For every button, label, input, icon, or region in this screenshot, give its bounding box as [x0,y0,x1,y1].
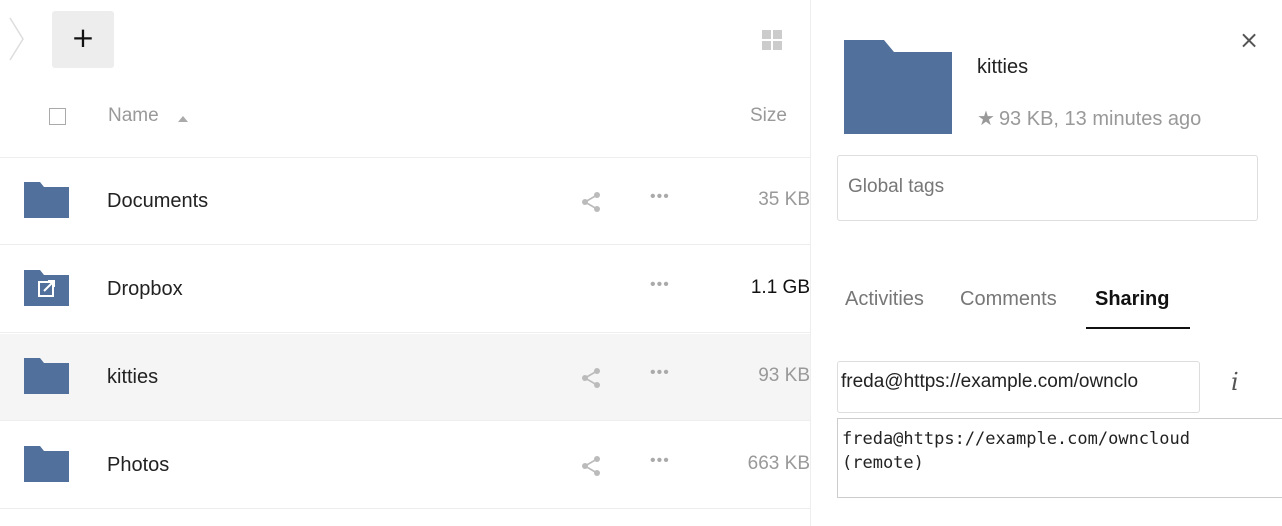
file-name[interactable]: kitties [107,366,158,389]
external-storage-folder-icon[interactable] [24,270,69,306]
file-size: 35 KB [758,189,810,210]
folder-icon[interactable] [24,446,69,482]
file-row[interactable]: Documents ••• 35 KB [0,158,810,245]
file-list-header: Name Size [0,72,810,158]
details-sidebar: × kitties ★ 93 KB, 13 minutes ago Global … [810,0,1282,526]
new-button[interactable]: + [52,11,114,68]
file-size: 1.1 GB [750,277,810,298]
more-options-icon[interactable]: ••• [650,276,670,294]
share-with-input-value: freda@https://example.com/ownclo [841,371,1139,392]
file-name[interactable]: Photos [107,454,169,477]
global-tags-input[interactable]: Global tags [837,155,1258,221]
more-options-icon[interactable]: ••• [650,188,670,206]
share-icon[interactable] [580,455,602,477]
close-icon[interactable]: × [1239,26,1259,54]
grid-icon[interactable] [762,30,782,50]
details-meta: ★ 93 KB, 13 minutes ago [977,106,1201,131]
more-options-icon[interactable]: ••• [650,452,670,470]
file-row-selected[interactable]: kitties ••• 93 KB [0,334,810,421]
active-tab-indicator [1086,327,1190,329]
size-column-header[interactable]: Size [750,105,787,127]
tab-comments[interactable]: Comments [960,288,1057,311]
sort-ascending-icon[interactable] [178,116,188,122]
name-column-header[interactable]: Name [108,105,159,127]
file-list-panel: + Name Size Documents ••• 35 KB Dropbox … [0,0,810,526]
details-title: kitties [977,56,1029,78]
folder-icon[interactable] [24,358,69,394]
tab-activities[interactable]: Activities [845,288,924,311]
file-size: 663 KB [747,453,810,474]
share-icon[interactable] [580,191,602,213]
share-suggestion-item[interactable]: freda@https://example.com/owncloud (remo… [842,427,1282,475]
details-tabs: Activities Comments Sharing [845,288,1225,330]
chevron-right-icon[interactable] [8,16,26,62]
file-name[interactable]: Dropbox [107,278,183,301]
file-row[interactable]: Photos ••• 663 KB [0,422,810,509]
folder-icon[interactable] [24,182,69,218]
file-size: 93 KB [758,365,810,386]
star-icon[interactable]: ★ [977,106,995,130]
share-with-input[interactable]: freda@https://example.com/ownclo [837,361,1200,413]
details-meta-text: 93 KB, 13 minutes ago [998,108,1202,130]
global-tags-placeholder: Global tags [848,176,945,197]
tab-sharing[interactable]: Sharing [1095,288,1169,311]
share-icon[interactable] [580,367,602,389]
share-suggestion-dropdown: freda@https://example.com/owncloud (remo… [837,418,1282,498]
info-icon[interactable]: i [1231,368,1239,396]
file-name[interactable]: Documents [107,190,208,213]
more-options-icon[interactable]: ••• [650,364,670,382]
file-row[interactable]: Dropbox ••• 1.1 GB [0,246,810,333]
folder-icon [844,40,952,134]
select-all-checkbox[interactable] [49,108,66,125]
